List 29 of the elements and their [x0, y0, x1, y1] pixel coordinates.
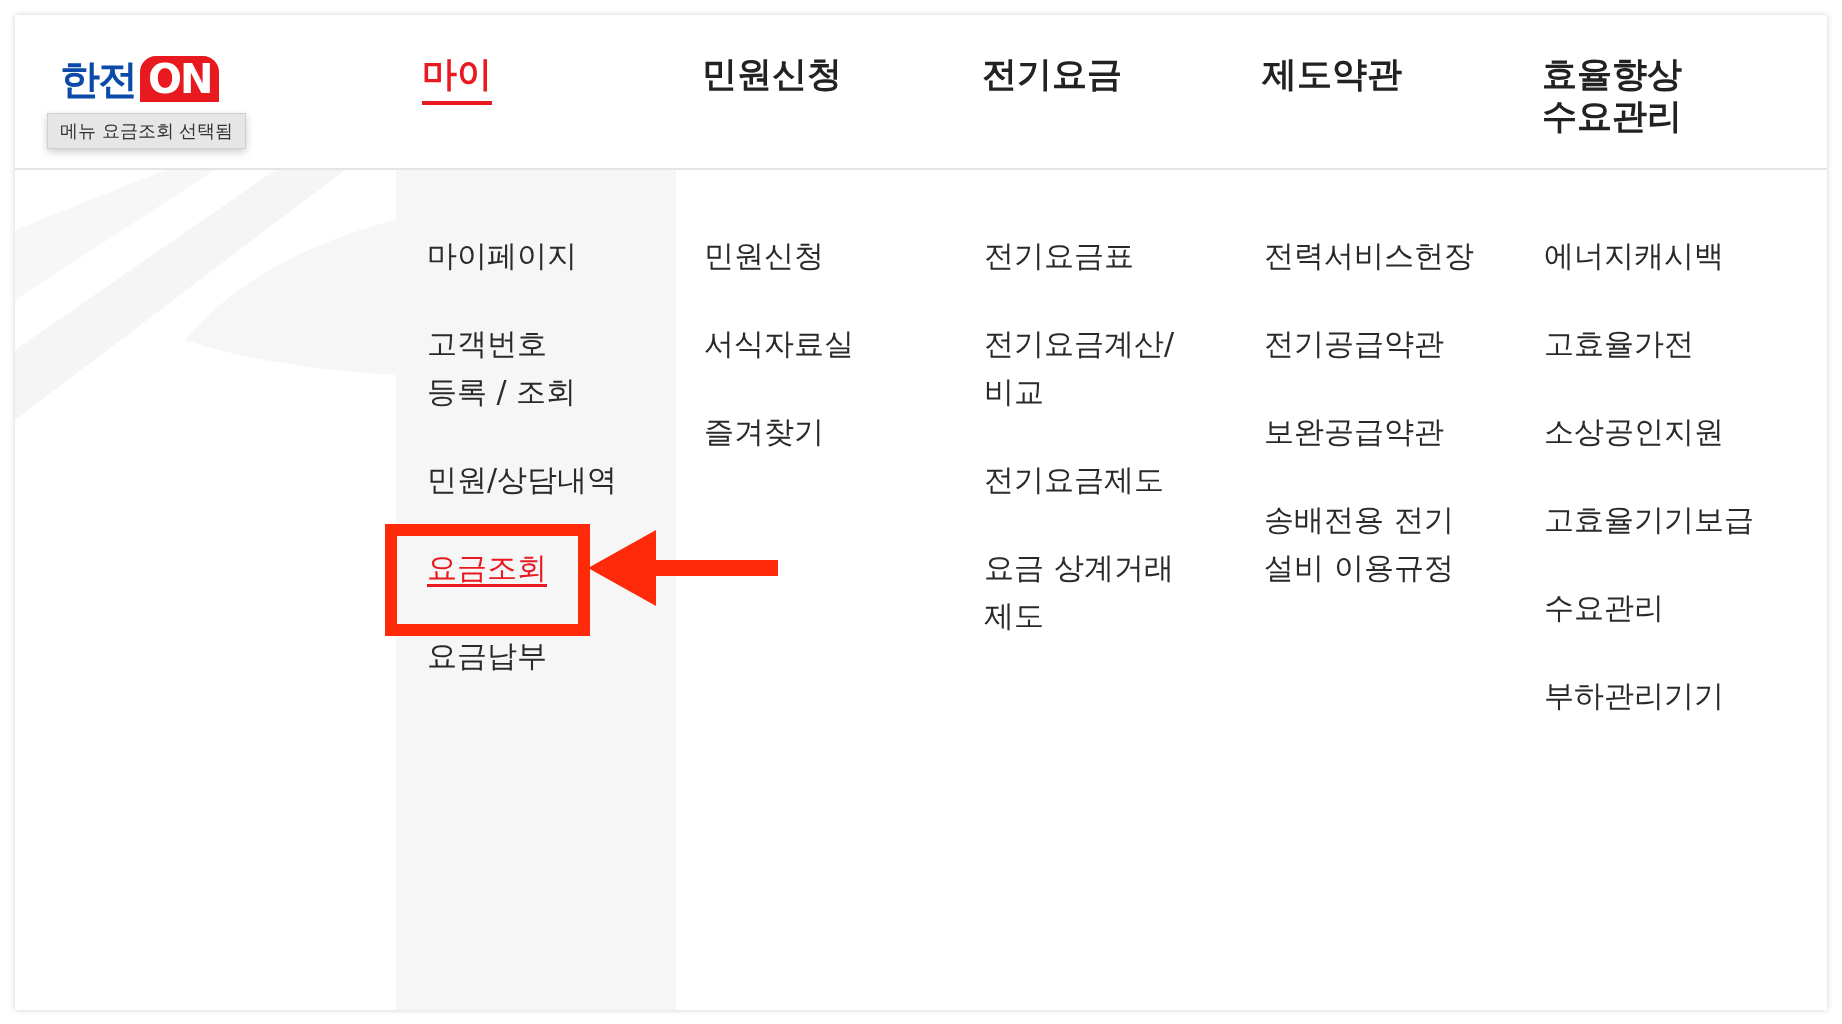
- menu-item[interactable]: 송배전용 전기 설비 이용규정: [1264, 496, 1454, 592]
- menu-item[interactable]: 에너지캐시백: [1544, 232, 1724, 280]
- nav-tab[interactable]: 제도약관: [1262, 53, 1402, 101]
- menu-item[interactable]: 전기요금표: [984, 232, 1134, 280]
- menu-item[interactable]: 고효율가전: [1544, 320, 1694, 368]
- nav-tab[interactable]: 효율향상 수요관리: [1542, 53, 1682, 143]
- menu-item[interactable]: 부하관리기기: [1544, 672, 1724, 720]
- menu-item[interactable]: 전력서비스헌장: [1264, 232, 1474, 280]
- menu-item[interactable]: 전기요금계산/ 비교: [984, 320, 1175, 416]
- menu-item[interactable]: 전기요금제도: [984, 456, 1164, 504]
- menu-item[interactable]: 고객번호 등록 / 조회: [427, 320, 577, 416]
- menu-item[interactable]: 요금 상계거래 제도: [984, 544, 1174, 640]
- menu-item[interactable]: 보완공급약관: [1264, 408, 1444, 456]
- menu-item[interactable]: 소상공인지원: [1544, 408, 1724, 456]
- nav-tab[interactable]: 전기요금: [982, 53, 1122, 101]
- menu-item[interactable]: 민원신청: [704, 232, 824, 280]
- menu-item[interactable]: 민원/상담내역: [427, 456, 618, 504]
- nav-tab[interactable]: 민원신청: [702, 53, 842, 101]
- menu-item[interactable]: 수요관리: [1544, 584, 1664, 632]
- menu-item[interactable]: 마이페이지: [427, 232, 577, 280]
- nav-tab[interactable]: 마이: [422, 53, 492, 105]
- menu-item[interactable]: 서식자료실: [704, 320, 854, 368]
- menu-item[interactable]: 고효율기기보급: [1544, 496, 1754, 544]
- menu-item[interactable]: 요금납부: [427, 632, 547, 680]
- menu-item[interactable]: 요금조회: [427, 544, 547, 592]
- tooltip: 메뉴 요금조회 선택됨: [47, 113, 247, 149]
- menu-item[interactable]: 즐겨찾기: [704, 408, 824, 456]
- menu-item[interactable]: 전기공급약관: [1264, 320, 1444, 368]
- logo[interactable]: 한전 ON: [60, 55, 220, 103]
